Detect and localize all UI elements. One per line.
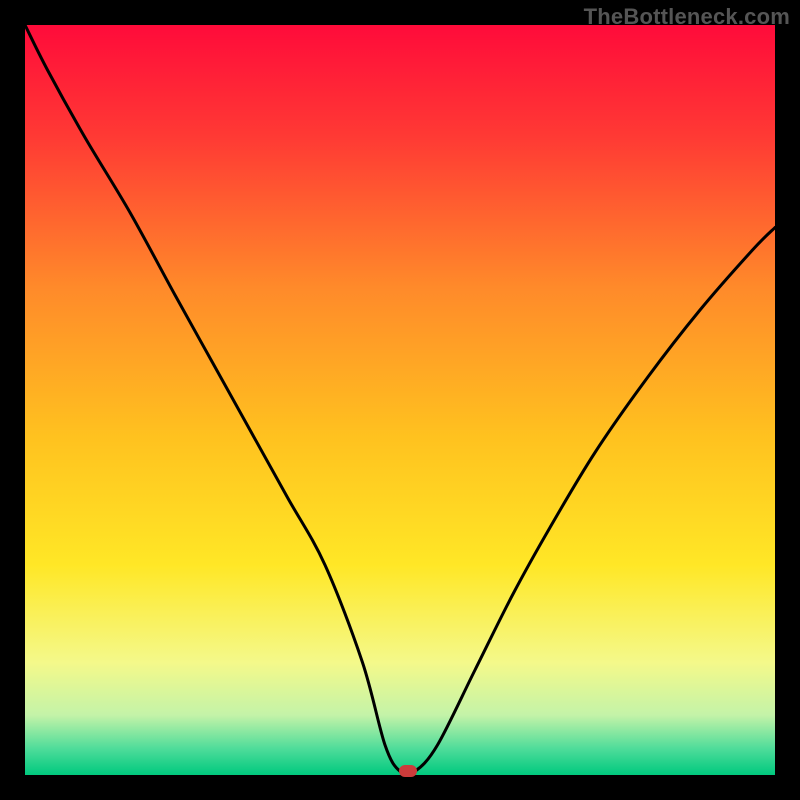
chart-svg xyxy=(25,25,775,775)
gradient-rect xyxy=(25,25,775,775)
chart-frame: TheBottleneck.com xyxy=(0,0,800,800)
optimal-marker xyxy=(399,765,417,777)
plot-area xyxy=(25,25,775,775)
